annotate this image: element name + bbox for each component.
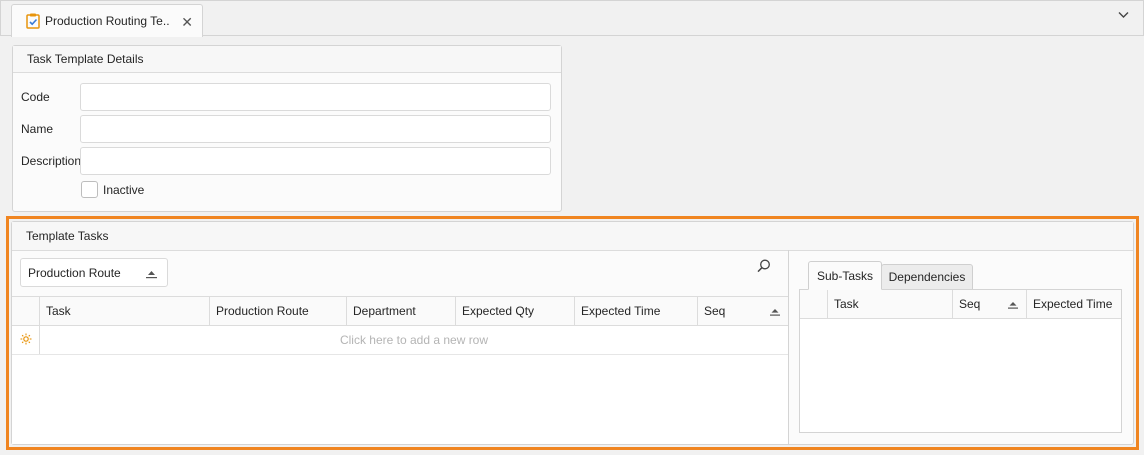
column-header-department[interactable]: Department	[347, 297, 456, 325]
row-indicator-header	[12, 297, 40, 325]
group-by-production-route-button[interactable]: Production Route	[20, 258, 168, 287]
sub-column-header-expected-time[interactable]: Expected Time	[1027, 290, 1121, 318]
tab-dependencies[interactable]: Dependencies	[881, 264, 973, 290]
column-header-expected-time[interactable]: Expected Time	[575, 297, 698, 325]
new-item-row[interactable]: Click here to add a new row	[12, 326, 788, 355]
chevron-down-icon[interactable]	[1118, 8, 1129, 22]
sort-ascending-icon	[1008, 299, 1018, 309]
sort-ascending-icon	[770, 306, 780, 316]
sub-seq-header-label: Seq	[959, 297, 981, 311]
description-field[interactable]	[80, 147, 551, 175]
sub-grid-header-row: Task Seq Expected Time	[800, 290, 1121, 319]
grid-header-row: Task Production Route Department Expecte…	[12, 297, 788, 326]
sun-new-row-icon	[20, 333, 32, 348]
column-header-expected-qty[interactable]: Expected Qty	[456, 297, 575, 325]
template-tasks-grid: Task Production Route Department Expecte…	[12, 296, 788, 444]
document-tab-production-routing[interactable]: Production Routing Te... ✕	[11, 4, 203, 37]
code-field[interactable]	[80, 83, 551, 111]
group-by-label: Production Route	[28, 265, 121, 280]
sort-ascending-icon	[146, 269, 157, 283]
column-header-production-route[interactable]: Production Route	[210, 297, 347, 325]
description-label: Description	[21, 154, 82, 168]
inactive-label: Inactive	[103, 183, 145, 197]
code-label: Code	[21, 90, 50, 104]
sub-column-header-task[interactable]: Task	[828, 290, 953, 318]
new-row-placeholder[interactable]: Click here to add a new row	[40, 326, 788, 354]
seq-header-label: Seq	[704, 304, 726, 318]
search-icon[interactable]	[757, 259, 771, 276]
sub-tasks-grid: Task Seq Expected Time	[799, 289, 1122, 433]
clipboard-check-icon	[26, 13, 40, 29]
close-tab-icon[interactable]: ✕	[181, 14, 193, 31]
column-header-seq[interactable]: Seq	[698, 297, 788, 325]
inactive-checkbox[interactable]	[81, 181, 98, 198]
name-label: Name	[21, 122, 54, 136]
sub-column-header-seq[interactable]: Seq	[953, 290, 1027, 318]
column-header-task[interactable]: Task	[40, 297, 210, 325]
tab-sub-tasks[interactable]: Sub-Tasks	[808, 261, 882, 290]
details-group-header: Task Template Details	[13, 46, 561, 73]
sub-row-indicator-header	[800, 290, 828, 318]
template-tasks-header: Template Tasks	[12, 222, 1133, 251]
panel-splitter[interactable]	[788, 250, 789, 444]
document-tab-label: Production Routing Te...	[45, 14, 170, 28]
name-field[interactable]	[80, 115, 551, 143]
new-row-indicator	[12, 326, 40, 354]
